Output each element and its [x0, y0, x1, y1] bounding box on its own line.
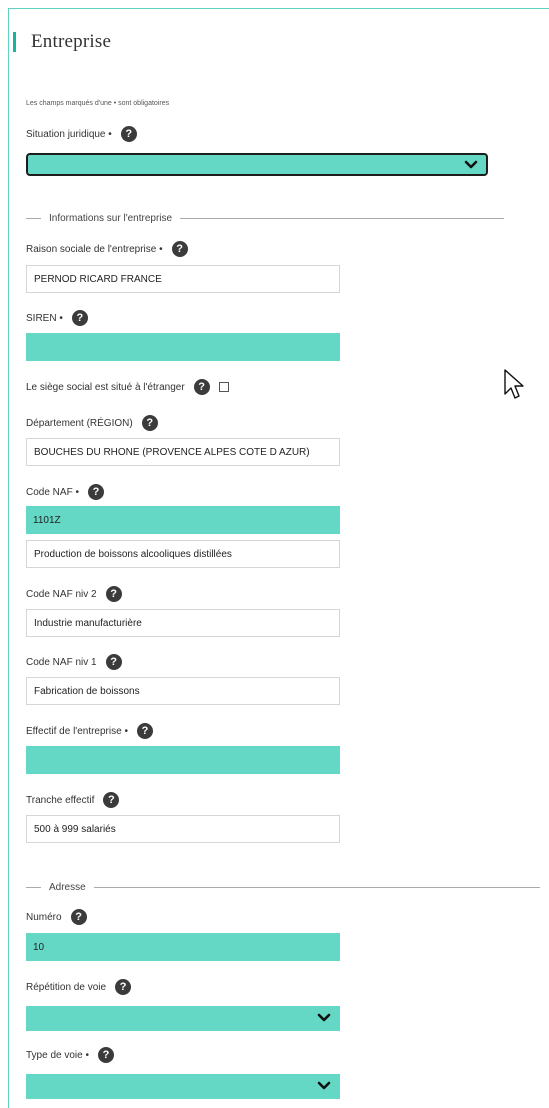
siege-checkbox[interactable] [218, 382, 229, 392]
effectif-label-row: Effectif de l'entreprise • ? [26, 722, 153, 740]
siren-field[interactable] [26, 333, 340, 361]
help-icon[interactable]: ? [71, 310, 88, 326]
numero-field[interactable]: 10 [26, 933, 340, 961]
section-adresse: Adresse [26, 880, 540, 894]
help-icon[interactable]: ? [103, 792, 120, 808]
help-icon[interactable]: ? [120, 126, 137, 142]
help-icon[interactable]: ? [97, 1047, 114, 1063]
tranche-field[interactable]: 500 à 999 salariés [26, 815, 340, 843]
raison-sociale-label: Raison sociale de l'entreprise • [26, 243, 163, 255]
help-icon[interactable]: ? [141, 415, 158, 431]
numero-label-row: Numéro ? [26, 908, 87, 926]
naf-niv2-label-row: Code NAF niv 2 ? [26, 585, 122, 603]
section-divider [180, 217, 505, 219]
help-icon[interactable]: ? [105, 654, 122, 670]
section-informations: Informations sur l'entreprise [26, 211, 505, 225]
situation-label-row: Situation juridique • ? [26, 125, 137, 143]
help-icon[interactable]: ? [70, 909, 87, 925]
help-icon[interactable]: ? [193, 379, 210, 395]
effectif-label: Effectif de l'entreprise • [26, 725, 128, 737]
departement-field[interactable]: BOUCHES DU RHONE (PROVENCE ALPES COTE D … [26, 438, 340, 466]
siege-label: Le siège social est situé à l'étranger [26, 381, 185, 393]
section-divider [26, 217, 41, 219]
section-divider [26, 886, 41, 888]
page-title: Entreprise [31, 31, 112, 52]
required-fields-note: Les champs marqués d'une • sont obligato… [26, 100, 170, 107]
chevron-down-icon [464, 160, 478, 169]
title-accent-bar [13, 32, 16, 52]
siren-label-row: SIREN • ? [26, 309, 88, 327]
siege-label-row: Le siège social est situé à l'étranger ? [26, 378, 229, 396]
section-title: Informations sur l'entreprise [49, 212, 173, 224]
raison-sociale-field[interactable]: PERNOD RICARD FRANCE [26, 265, 340, 293]
repetition-label-row: Répétition de voie ? [26, 978, 132, 996]
help-icon[interactable]: ? [171, 241, 188, 257]
naf-niv1-field[interactable]: Fabrication de boissons [26, 677, 340, 705]
numero-label: Numéro [26, 911, 62, 923]
code-naf-label: Code NAF • [26, 486, 79, 498]
raison-sociale-label-row: Raison sociale de l'entreprise • ? [26, 240, 188, 258]
departement-label: Département (RÉGION) [26, 417, 133, 429]
departement-label-row: Département (RÉGION) ? [26, 414, 158, 432]
effectif-field[interactable] [26, 746, 340, 774]
naf-niv2-label: Code NAF niv 2 [26, 588, 97, 600]
type-voie-select[interactable] [26, 1074, 340, 1099]
code-naf-field[interactable]: 1101Z [26, 506, 340, 534]
chevron-down-icon [317, 1013, 331, 1022]
code-naf-description-field[interactable]: Production de boissons alcooliques disti… [26, 540, 340, 568]
repetition-select[interactable] [26, 1006, 340, 1031]
section-title: Adresse [49, 881, 86, 893]
situation-select[interactable] [26, 153, 488, 176]
naf-niv1-label-row: Code NAF niv 1 ? [26, 653, 122, 671]
type-voie-label-row: Type de voie • ? [26, 1046, 114, 1064]
mouse-cursor-icon [504, 369, 524, 399]
tranche-label-row: Tranche effectif ? [26, 791, 120, 809]
help-icon[interactable]: ? [87, 484, 104, 500]
tranche-label: Tranche effectif [26, 794, 95, 806]
code-naf-label-row: Code NAF • ? [26, 483, 104, 501]
siren-label: SIREN • [26, 312, 63, 324]
help-icon[interactable]: ? [136, 723, 153, 739]
section-divider [93, 886, 540, 888]
naf-niv2-field[interactable]: Industrie manufacturière [26, 609, 340, 637]
situation-label: Situation juridique • [26, 128, 112, 140]
help-icon[interactable]: ? [105, 586, 122, 602]
help-icon[interactable]: ? [115, 979, 132, 995]
repetition-label: Répétition de voie [26, 981, 107, 993]
naf-niv1-label: Code NAF niv 1 [26, 656, 97, 668]
type-voie-label: Type de voie • [26, 1049, 89, 1061]
